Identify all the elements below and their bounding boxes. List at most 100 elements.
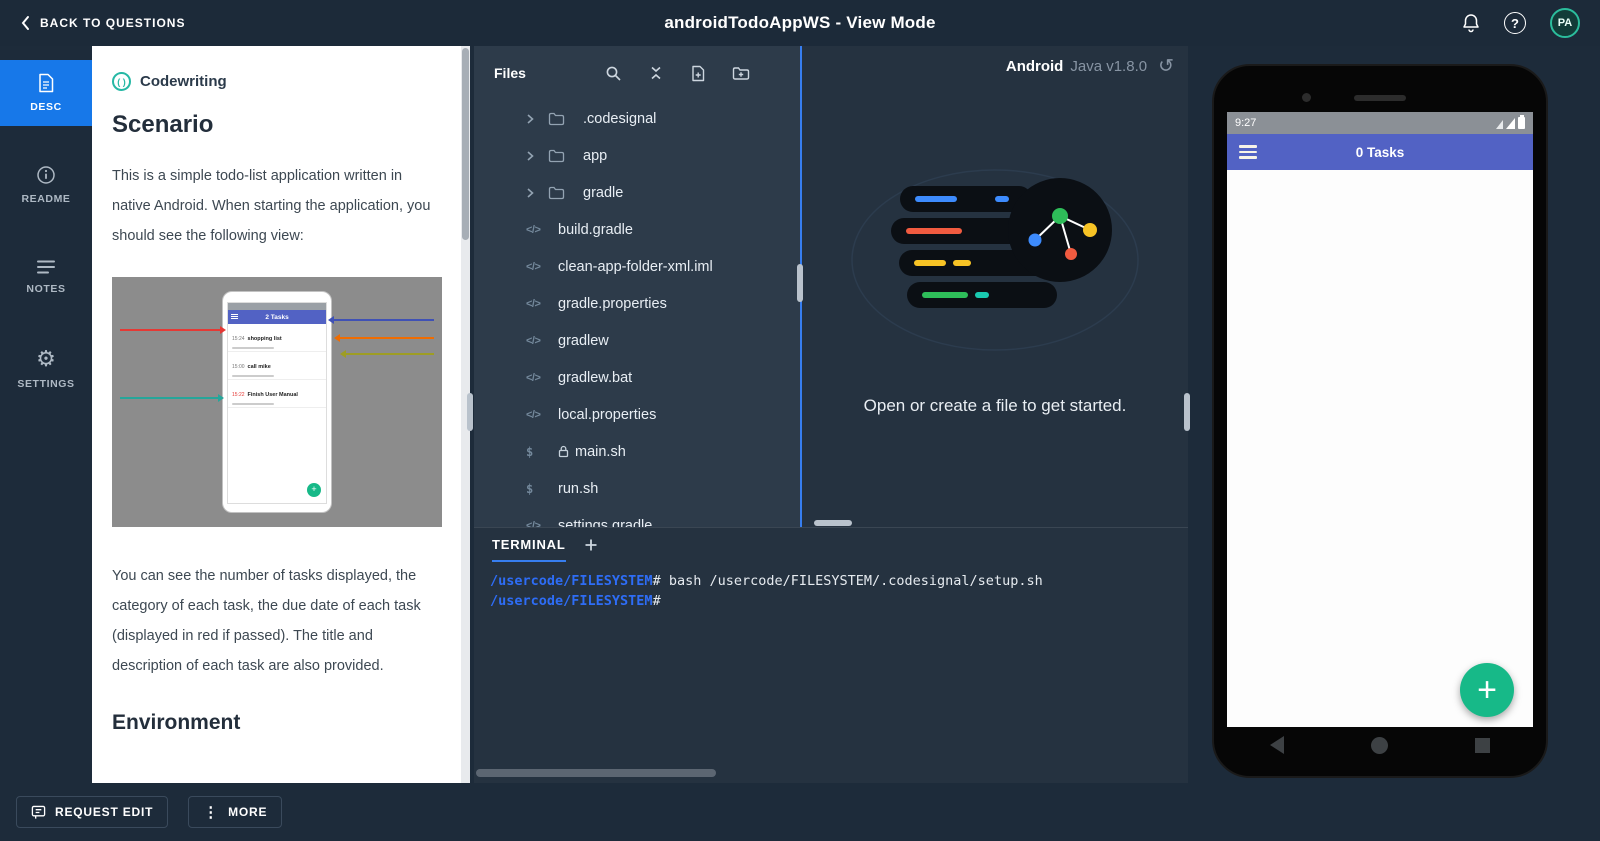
left-sidebar: DESC README NOTES ⚙ SETTINGS: [0, 46, 92, 783]
annotation-arrow: [334, 334, 434, 342]
terminal-line: /usercode/FILESYSTEM# bash /usercode/FIL…: [490, 573, 1043, 589]
status-time: 9:27: [1235, 117, 1257, 129]
sidebar-item-settings[interactable]: ⚙ SETTINGS: [0, 336, 92, 402]
file-tree-item[interactable]: </> build.gradle: [474, 211, 800, 248]
android-home-icon[interactable]: [1370, 736, 1388, 754]
wifi-icon: [1496, 120, 1503, 129]
notes-icon: [37, 260, 55, 274]
add-terminal-icon[interactable]: [584, 538, 598, 552]
file-tree-item[interactable]: </> gradlew.bat: [474, 359, 800, 396]
code-file-icon: </>: [526, 297, 541, 310]
emulator-app-title: 0 Tasks: [1355, 144, 1405, 160]
emulator-screen[interactable]: 9:27 0 Tasks +: [1227, 112, 1533, 727]
emulator-statusbar: 9:27: [1227, 112, 1533, 134]
file-name: gradlew.bat: [558, 369, 633, 386]
file-tree-item[interactable]: </> local.properties: [474, 396, 800, 433]
collapse-all-icon[interactable]: [648, 65, 664, 81]
file-name: build.gradle: [558, 221, 633, 238]
mini-task-row: 15:00 call mike: [228, 352, 326, 380]
terminal-hscrollbar[interactable]: [476, 769, 1186, 777]
speaker-slot: [1354, 95, 1406, 101]
new-file-icon[interactable]: [690, 65, 706, 82]
file-tree-folder[interactable]: .codesignal: [474, 100, 800, 137]
code-file-icon: </>: [526, 260, 541, 273]
sidebar-item-notes[interactable]: NOTES: [0, 244, 92, 310]
file-tree-folder[interactable]: app: [474, 137, 800, 174]
more-icon: ⋮: [203, 804, 220, 821]
new-folder-icon[interactable]: [732, 66, 750, 81]
topbar: BACK TO QUESTIONS androidTodoAppWS - Vie…: [0, 0, 1600, 46]
file-tree-item[interactable]: $ run.sh: [474, 470, 800, 507]
mini-task-row: 15:24 shopping list: [228, 324, 326, 352]
terminal-output[interactable]: /usercode/FILESYSTEM# bash /usercode/FIL…: [474, 562, 1188, 621]
mini-fab: +: [307, 483, 321, 497]
page-title: androidTodoAppWS - View Mode: [664, 13, 936, 32]
mini-menu-icon: [231, 314, 238, 320]
document-icon: [39, 73, 54, 93]
editor-panel: Android Java v1.8.0 ↺ Open or create a f…: [802, 46, 1188, 527]
code-file-icon: </>: [526, 371, 541, 384]
gear-icon: ⚙: [36, 346, 56, 371]
annotation-arrow: [120, 326, 226, 334]
request-edit-button[interactable]: REQUEST EDIT: [16, 796, 169, 828]
reset-environment-icon[interactable]: ↺: [1158, 57, 1174, 76]
back-label: BACK TO QUESTIONS: [40, 16, 186, 30]
android-recents-icon[interactable]: [1474, 737, 1490, 753]
annotation-arrow: [340, 350, 434, 358]
sidebar-item-label: README: [21, 193, 71, 205]
terminal-panel: TERMINAL /usercode/FILESYSTEM# bash /use…: [474, 527, 1188, 783]
app-preview-figure: 2 Tasks 15:24 shopping list 15:00 call mik…: [112, 277, 442, 527]
file-tree-folder[interactable]: gradle: [474, 174, 800, 211]
menu-icon[interactable]: [1239, 145, 1257, 159]
task-list-area[interactable]: +: [1227, 170, 1533, 727]
scenario-paragraph: This is a simple todo-list application w…: [112, 168, 431, 244]
runtime-header: Android Java v1.8.0 ↺: [1006, 46, 1188, 86]
more-button[interactable]: ⋮ MORE: [188, 796, 283, 828]
help-icon[interactable]: ?: [1504, 12, 1526, 34]
camera-dot: [1302, 93, 1311, 102]
scrollbar-thumb[interactable]: [476, 769, 716, 777]
bottombar: REQUEST EDIT ⋮ MORE: [0, 783, 1600, 841]
annotation-arrow: [328, 316, 434, 324]
editor-empty-message: Open or create a file to get started.: [863, 396, 1127, 415]
file-name: .codesignal: [583, 110, 657, 127]
file-name: app: [583, 147, 608, 164]
code-file-icon: </>: [526, 408, 541, 421]
avatar[interactable]: PA: [1550, 8, 1580, 38]
topbar-actions: ? PA: [1462, 8, 1600, 38]
folder-icon: [548, 186, 565, 199]
mini-statusbar: [228, 303, 326, 310]
file-tree-item[interactable]: </> gradlew: [474, 322, 800, 359]
info-icon: [37, 166, 55, 184]
file-tree-item[interactable]: </> gradle.properties: [474, 285, 800, 322]
scrollbar-thumb[interactable]: [462, 48, 469, 240]
add-task-fab[interactable]: +: [1460, 663, 1514, 717]
sidebar-item-desc[interactable]: DESC: [0, 60, 92, 126]
file-tree-item[interactable]: </> clean-app-folder-xml.iml: [474, 248, 800, 285]
resize-handle[interactable]: [797, 264, 803, 302]
shell-file-icon: $: [526, 444, 533, 459]
environment-heading: Environment: [112, 711, 241, 734]
terminal-tabs: TERMINAL: [474, 528, 1188, 562]
terminal-line: /usercode/FILESYSTEM#: [490, 592, 661, 609]
sidebar-item-readme[interactable]: README: [0, 152, 92, 218]
file-name: settings.gradle: [558, 517, 653, 528]
files-title: Files: [494, 65, 526, 81]
signal-icon: [1506, 118, 1515, 129]
android-back-icon[interactable]: [1270, 736, 1285, 754]
file-tree-item[interactable]: $ main.sh: [474, 433, 800, 470]
search-icon[interactable]: [605, 65, 622, 82]
folder-icon: [548, 149, 565, 162]
mini-appbar: 2 Tasks: [228, 310, 326, 324]
file-tree-item[interactable]: </> settings.gradle: [474, 507, 800, 528]
annotation-arrow: [120, 394, 224, 402]
chevron-right-icon: [527, 187, 534, 198]
back-to-questions-button[interactable]: BACK TO QUESTIONS: [0, 0, 205, 46]
mini-task-row: 15:22 Finish User Manual: [228, 380, 326, 408]
resize-handle[interactable]: [467, 393, 473, 431]
resize-handle[interactable]: [1184, 393, 1190, 431]
chevron-right-icon: [527, 150, 534, 161]
resize-handle[interactable]: [814, 520, 852, 526]
terminal-tab[interactable]: TERMINAL: [492, 528, 566, 562]
bell-icon[interactable]: [1462, 13, 1480, 33]
